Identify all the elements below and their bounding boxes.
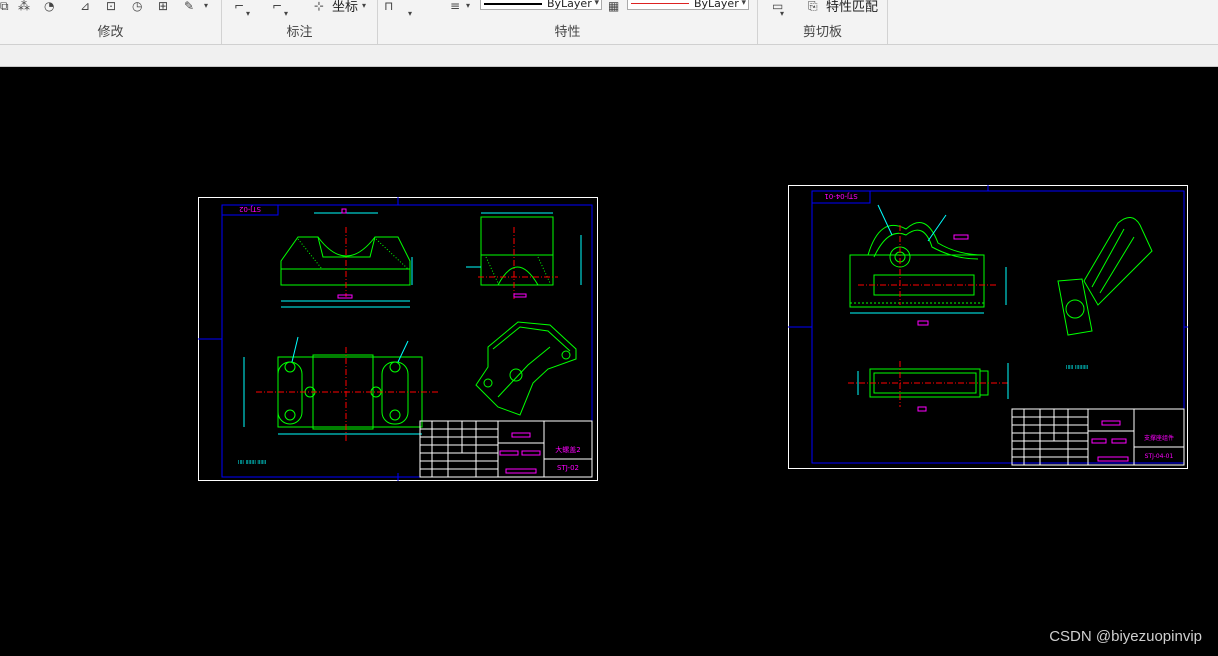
chevron-down-icon[interactable]: ▾ (780, 8, 796, 20)
chevron-down-icon[interactable]: ▾ (204, 0, 220, 12)
technical-notes-left: IIII IIIIIII IIIIII (238, 460, 266, 466)
annotate-panel-label[interactable]: 标注 (222, 21, 377, 40)
chevron-down-icon[interactable]: ▾ (246, 8, 262, 20)
drawing-no-right: STJ-04-01 (1145, 453, 1174, 460)
edit-icon[interactable]: ✎ (184, 0, 200, 12)
lineweight-icon[interactable]: ≡ (450, 0, 466, 12)
properties-panel-label[interactable]: 特性 (378, 21, 757, 40)
drawing-left-canvas: STJ-02 IIII IIIIIII IIIIII 大螺盖2 STJ-02 (198, 197, 598, 481)
properties-panel: ⊓ ▾ ≡ ▾ ByLayer ▾ ▦ ByLayer ▾ 特性 (378, 0, 758, 44)
color-combo[interactable]: ByLayer ▾ (627, 0, 749, 10)
color-swatch (631, 3, 689, 4)
coordinate-icon: ⊹ (314, 0, 325, 13)
layer-state-icon[interactable]: ⊓ (384, 0, 400, 12)
mirror-icon[interactable]: ⊿ (80, 0, 96, 12)
modify-panel-label[interactable]: 修改 (0, 21, 221, 40)
coordinate-button[interactable]: 坐标 (332, 0, 358, 15)
title-code-top-right: STJ-04-01 (824, 192, 857, 200)
linetype-combo[interactable]: ByLayer ▾ (480, 0, 602, 10)
drawing-sheet-right[interactable]: STJ-04-01 IIIII IIIIIIIII 支撑座组件 STJ-04-0… (788, 185, 1188, 469)
rotate-icon[interactable]: ◷ (132, 0, 148, 12)
offset-icon[interactable]: ⊡ (106, 0, 122, 12)
scale-icon[interactable]: ⊞ (158, 0, 174, 12)
match-properties-icon: ⎘ (808, 0, 818, 13)
linetype-value: ByLayer (547, 0, 592, 10)
clipboard-panel-label[interactable]: 剪切板 (758, 21, 887, 40)
document-tab-bar[interactable] (0, 45, 1218, 67)
drawing-right-canvas: STJ-04-01 IIIII IIIIIIIII 支撑座组件 STJ-04-0… (788, 185, 1188, 469)
part-name-left: 大螺盖2 (555, 445, 580, 454)
chevron-down-icon[interactable]: ▾ (408, 8, 424, 20)
watermark: CSDN @biyezuopinvip (1049, 628, 1202, 645)
technical-notes-right: IIIII IIIIIIIII (1066, 365, 1088, 371)
part-name-right: 支撑座组件 (1144, 434, 1174, 442)
array-icon[interactable]: ⁂ (18, 0, 34, 12)
match-properties-button[interactable]: 特性匹配 (826, 0, 878, 15)
chevron-down-icon[interactable]: ▾ (594, 0, 599, 9)
drawing-no-left: STJ-02 (557, 464, 579, 472)
fillet-icon[interactable]: ◔ (44, 0, 60, 12)
color-value: ByLayer (694, 0, 739, 10)
drawing-sheet-left[interactable]: STJ-02 IIII IIIIIII IIIIII 大螺盖2 STJ-02 (198, 197, 598, 481)
color-icon: ▦ (608, 0, 620, 13)
modify-panel: ⧉ ⁂ ◔ ⊿ ⊡ ◷ ⊞ ✎ ▾ 修改 (0, 0, 222, 44)
clipboard-panel: ▭ ▾ ⎘ 特性匹配 剪切板 (758, 0, 888, 44)
chevron-down-icon[interactable]: ▾ (362, 0, 378, 12)
linetype-swatch (484, 3, 542, 5)
title-code-top-left: STJ-02 (239, 205, 261, 213)
chevron-down-icon[interactable]: ▾ (284, 8, 300, 20)
copy-icon[interactable]: ⧉ (0, 0, 16, 12)
annotate-panel: ⌐ ▾ ⌐ ▾ ⊹ 坐标 ▾ 标注 (222, 0, 378, 44)
ribbon: ⧉ ⁂ ◔ ⊿ ⊡ ◷ ⊞ ✎ ▾ 修改 ⌐ ▾ ⌐ ▾ ⊹ 坐标 ▾ 标注 ⊓… (0, 0, 1218, 45)
chevron-down-icon[interactable]: ▾ (741, 0, 746, 9)
